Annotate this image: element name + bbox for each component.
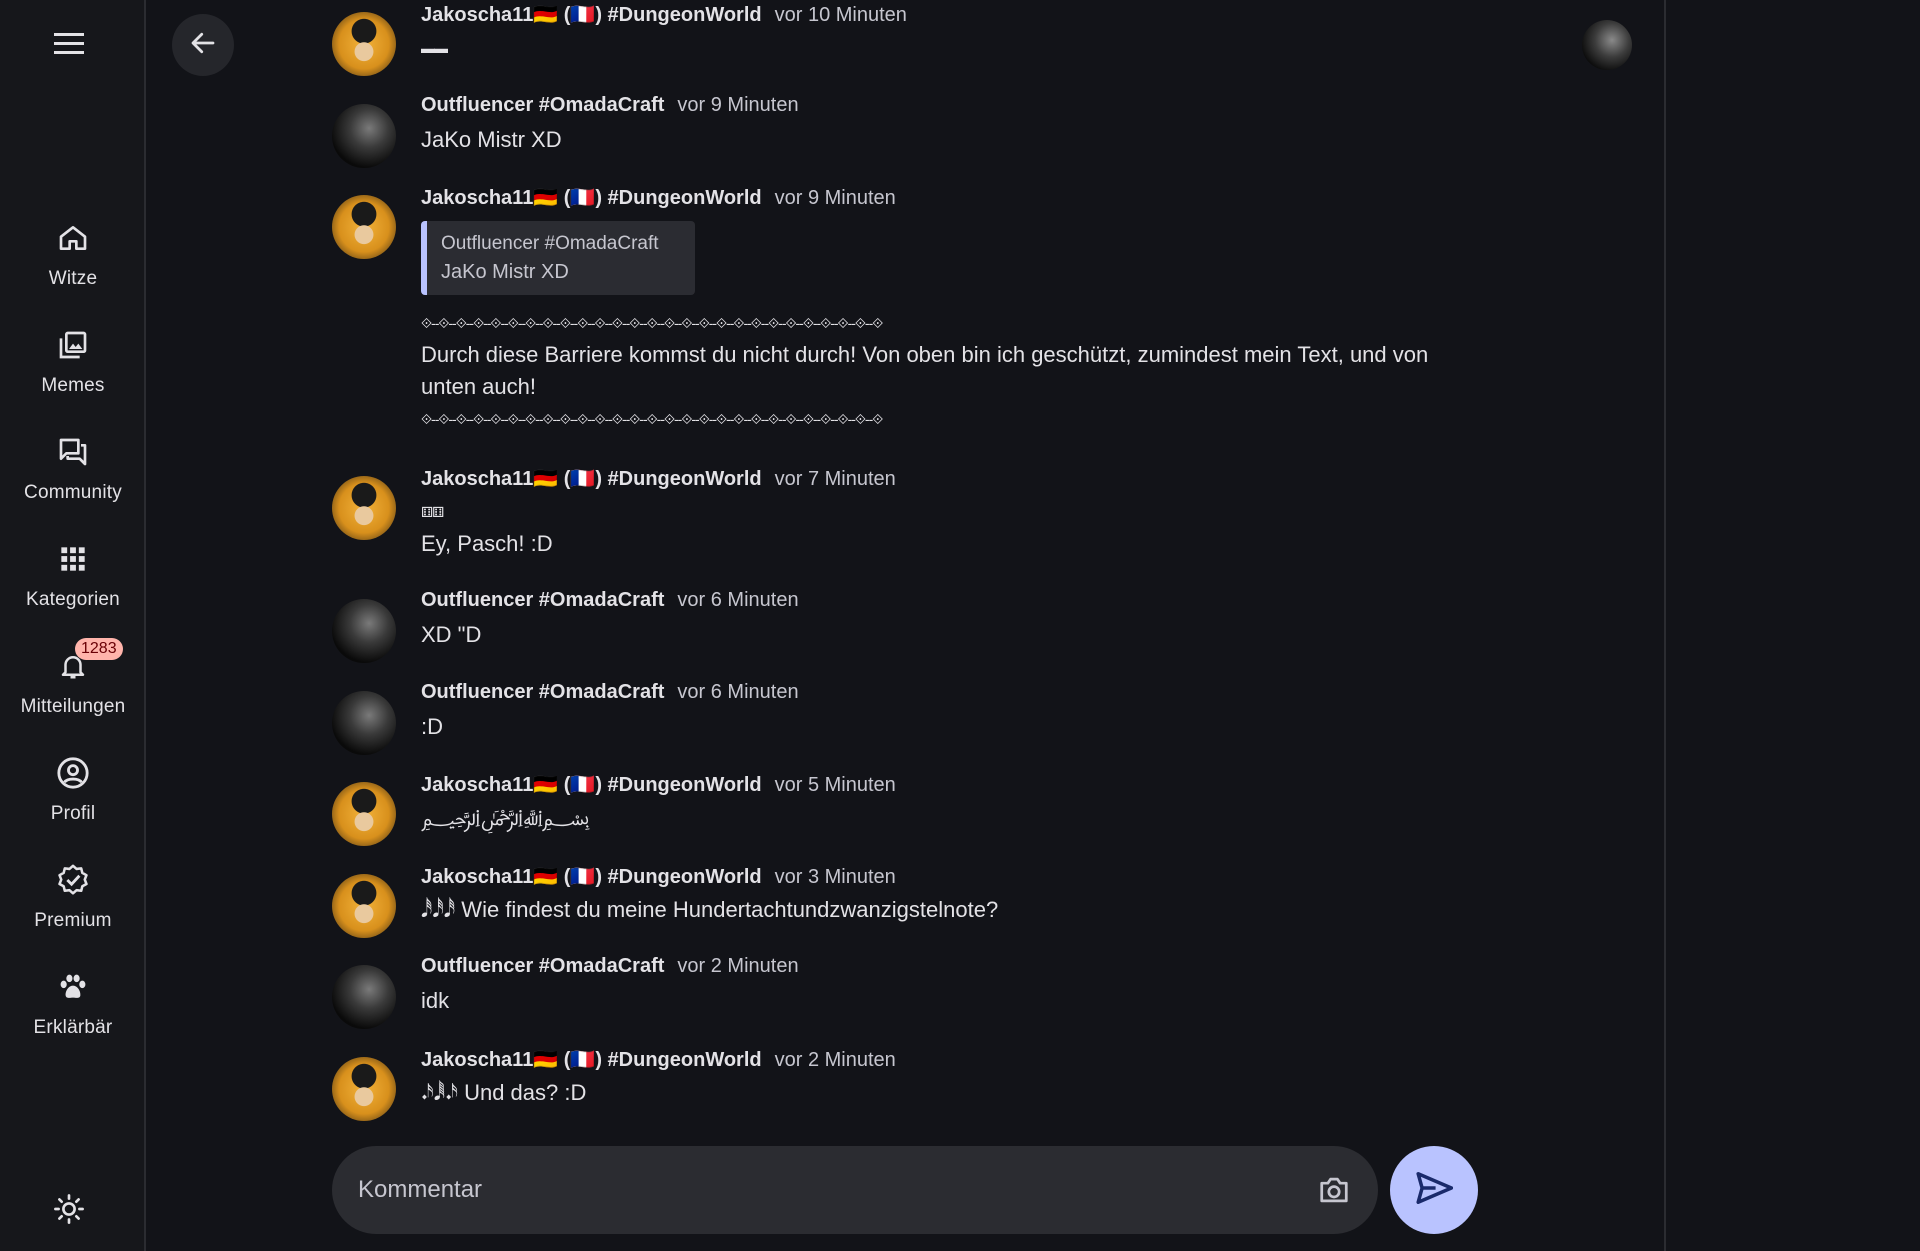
- apps-grid-icon: [53, 539, 93, 579]
- message-text: ▬▬: [421, 40, 448, 56]
- message-time: vor 7 Minuten: [774, 468, 896, 490]
- sidebar-item-label: Profil: [50, 803, 96, 824]
- chat-message: Outfluencer #OmadaCraft vor 9 Minuten JaK…: [332, 94, 799, 168]
- account-circle-icon: [53, 753, 93, 793]
- home-icon: [53, 218, 93, 258]
- send-icon: [1415, 1171, 1454, 1209]
- avatar[interactable]: [332, 965, 396, 1029]
- message-time: vor 9 Minuten: [774, 187, 896, 209]
- message-author[interactable]: Jakoscha11🇩🇪 (🇫🇷) #DungeonWorld: [421, 2, 762, 27]
- message-text: JaKo Mistr XD: [421, 127, 562, 152]
- chat-message: Jakoscha11🇩🇪 (🇫🇷) #DungeonWorld vor 9 Min…: [332, 185, 1441, 435]
- sidebar-item-kategorien[interactable]: Kategorien: [0, 539, 146, 629]
- message-time: vor 2 Minuten: [677, 955, 799, 977]
- quote-text: JaKo Mistr XD: [441, 261, 569, 283]
- message-time: vor 3 Minuten: [774, 866, 896, 888]
- message-author[interactable]: Jakoscha11🇩🇪 (🇫🇷) #DungeonWorld: [421, 864, 762, 889]
- avatar[interactable]: [332, 195, 396, 259]
- chat-message: Jakoscha11🇩🇪 (🇫🇷) #DungeonWorld vor 10 Mi…: [332, 2, 907, 76]
- sidebar-item-premium[interactable]: Premium: [0, 860, 146, 950]
- message-text: Durch diese Barriere kommst du nicht dur…: [421, 342, 1435, 399]
- verified-badge-icon: [53, 860, 93, 900]
- arrow-back-icon: [188, 28, 218, 63]
- message-time: vor 10 Minuten: [774, 4, 907, 26]
- chat-message: Outfluencer #OmadaCraft vor 2 Minuten idk: [332, 955, 799, 1029]
- avatar[interactable]: [332, 874, 396, 938]
- message-author[interactable]: Jakoscha11🇩🇪 (🇫🇷) #DungeonWorld: [421, 772, 762, 797]
- comment-composer: [332, 1146, 1378, 1234]
- message-author[interactable]: Jakoscha11🇩🇪 (🇫🇷) #DungeonWorld: [421, 1047, 762, 1072]
- forum-icon: [53, 432, 93, 472]
- message-decor-line: ⟐‐‐⟐‐‐⟐‐‐⟐‐‐⟐‐‐⟐‐‐⟐‐‐⟐‐‐⟐‐‐⟐‐‐⟐‐‐⟐‐‐⟐‐‐⟐…: [421, 411, 883, 427]
- message-author[interactable]: Outfluencer #OmadaCraft: [421, 955, 664, 978]
- chat-message: Jakoscha11🇩🇪 (🇫🇷) #DungeonWorld vor 5 Min…: [332, 772, 896, 846]
- message-author[interactable]: Outfluencer #OmadaCraft: [421, 589, 664, 612]
- message-author[interactable]: Outfluencer #OmadaCraft: [421, 681, 664, 704]
- avatar[interactable]: [332, 1057, 396, 1121]
- bell-icon: 1283: [53, 638, 123, 686]
- comment-input[interactable]: [358, 1176, 1314, 1204]
- quote-author: Outfluencer #OmadaCraft: [441, 233, 659, 254]
- message-author[interactable]: Jakoscha11🇩🇪 (🇫🇷) #DungeonWorld: [421, 466, 762, 491]
- chat-message: Jakoscha11🇩🇪 (🇫🇷) #DungeonWorld vor 7 Min…: [332, 466, 896, 560]
- avatar[interactable]: [332, 104, 396, 168]
- message-time: vor 5 Minuten: [774, 774, 896, 796]
- divider: [1664, 0, 1666, 1251]
- avatar[interactable]: [332, 782, 396, 846]
- sidebar-nav: Witze Memes Community Kategorien 1283 Mi…: [0, 0, 146, 1251]
- sidebar-item-profil[interactable]: Profil: [0, 753, 146, 843]
- user-avatar[interactable]: [1582, 20, 1632, 70]
- message-text: :D: [421, 714, 443, 739]
- sidebar-item-label: Kategorien: [26, 589, 120, 610]
- avatar[interactable]: [332, 691, 396, 755]
- message-text: 𝅘𝅥𝅰𝅘𝅥𝅰𝅘𝅥𝅰 Wie findest du meine Hundertac…: [421, 897, 999, 922]
- message-text: Ey, Pasch! :D: [421, 531, 553, 556]
- avatar[interactable]: [332, 476, 396, 540]
- message-text: ﷽: [421, 805, 590, 830]
- sidebar-item-label: Witze: [48, 268, 98, 289]
- sidebar-item-label: Erklärbär: [33, 1017, 113, 1038]
- message-author[interactable]: Outfluencer #OmadaCraft: [421, 94, 664, 117]
- message-time: vor 6 Minuten: [677, 681, 799, 703]
- message-text: XD "D: [421, 622, 482, 647]
- sidebar-item-label: Community: [24, 482, 122, 503]
- message-time: vor 6 Minuten: [677, 589, 799, 611]
- chat-message: Outfluencer #OmadaCraft vor 6 Minuten :D: [332, 681, 799, 755]
- chat-message: Jakoscha11🇩🇪 (🇫🇷) #DungeonWorld vor 3 Min…: [332, 864, 998, 938]
- chat-message: Jakoscha11🇩🇪 (🇫🇷) #DungeonWorld vor 2 Min…: [332, 1047, 896, 1121]
- avatar[interactable]: [332, 12, 396, 76]
- message-text: 𝆺𝅥𝅯𝅘𝅥𝅱𝆺𝅥𝅯 Und das? :D: [421, 1080, 587, 1105]
- sidebar-item-label: Premium: [34, 910, 112, 931]
- sidebar-item-erklaerbaer[interactable]: Erklärbär: [0, 967, 146, 1057]
- sidebar-item-witze[interactable]: Witze: [0, 218, 146, 308]
- sidebar-item-label: Mitteilungen: [20, 696, 126, 717]
- send-button[interactable]: [1390, 1146, 1478, 1234]
- sidebar-item-label: Memes: [41, 375, 105, 396]
- hamburger-menu-icon[interactable]: [46, 26, 92, 62]
- sidebar-item-memes[interactable]: Memes: [0, 325, 146, 415]
- paw-icon: [53, 967, 93, 1007]
- photo-library-icon: [53, 325, 93, 365]
- back-button[interactable]: [172, 14, 234, 76]
- notification-count-badge: 1283: [75, 638, 123, 660]
- message-text: idk: [421, 988, 450, 1013]
- message-time: vor 2 Minuten: [774, 1049, 896, 1071]
- camera-icon[interactable]: [1314, 1170, 1354, 1210]
- quoted-message[interactable]: Outfluencer #OmadaCraft JaKo Mistr XD: [421, 221, 695, 295]
- message-author[interactable]: Jakoscha11🇩🇪 (🇫🇷) #DungeonWorld: [421, 185, 762, 210]
- sidebar-item-community[interactable]: Community: [0, 432, 146, 522]
- avatar[interactable]: [332, 599, 396, 663]
- message-decor-line: ⟐‐‐⟐‐‐⟐‐‐⟐‐‐⟐‐‐⟐‐‐⟐‐‐⟐‐‐⟐‐‐⟐‐‐⟐‐‐⟐‐‐⟐‐‐⟐…: [421, 315, 883, 331]
- sun-icon[interactable]: [48, 1188, 90, 1230]
- sidebar-item-mitteilungen[interactable]: 1283 Mitteilungen: [0, 638, 146, 736]
- chat-message: Outfluencer #OmadaCraft vor 6 Minuten XD …: [332, 589, 799, 663]
- message-time: vor 9 Minuten: [677, 94, 799, 116]
- message-glyphs: ⚅⚅: [421, 504, 444, 520]
